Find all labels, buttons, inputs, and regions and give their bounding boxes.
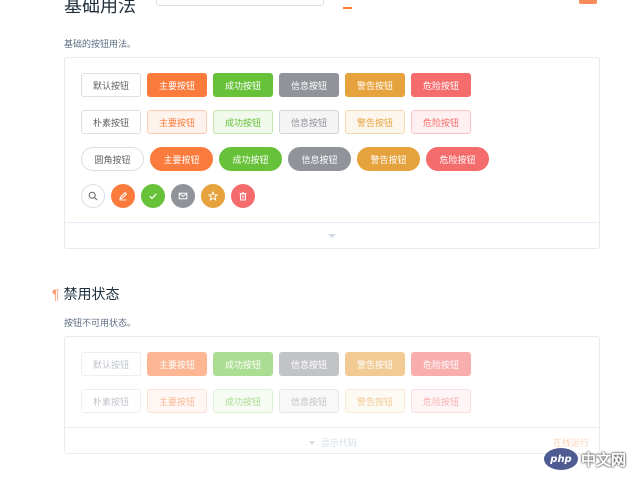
- circle-check-button[interactable]: [141, 184, 165, 208]
- disabled-plain-warning-button: 警告按钮: [345, 389, 405, 413]
- button-row-round: 圆角按钮 主要按钮 成功按钮 信息按钮 警告按钮 危险按钮: [81, 147, 489, 171]
- caret-down-icon: [328, 233, 336, 238]
- info-button[interactable]: 信息按钮: [279, 73, 339, 97]
- default-button[interactable]: 默认按钮: [81, 73, 141, 97]
- show-code-label: 显示代码: [321, 438, 358, 448]
- disabled-plain-info-button: 信息按钮: [279, 389, 339, 413]
- message-icon: [178, 192, 188, 200]
- button-row-default: 默认按钮 主要按钮 成功按钮 信息按钮 警告按钮 危险按钮: [81, 73, 471, 97]
- demo-meta-bar: 显示代码 在线运行: [65, 427, 599, 453]
- circle-edit-button[interactable]: [111, 184, 135, 208]
- round-primary-button[interactable]: 主要按钮: [150, 147, 213, 171]
- nav-active-indicator: [343, 7, 352, 9]
- disabled-info-button: 信息按钮: [279, 352, 339, 376]
- disabled-description: 按钮不可用状态。: [64, 318, 137, 328]
- round-default-button[interactable]: 圆角按钮: [81, 147, 144, 171]
- round-warning-button[interactable]: 警告按钮: [357, 147, 420, 171]
- circle-search-button[interactable]: [81, 184, 105, 208]
- danger-button[interactable]: 危险按钮: [411, 73, 471, 97]
- check-icon: [149, 193, 157, 200]
- basic-description: 基础的按钮用法。: [64, 39, 137, 49]
- plain-warning-button[interactable]: 警告按钮: [345, 110, 405, 134]
- search-input[interactable]: [156, 0, 324, 6]
- success-button[interactable]: 成功按钮: [213, 73, 273, 97]
- button-row-plain: 朴素按钮 主要按钮 成功按钮 信息按钮 警告按钮 危险按钮: [81, 110, 471, 134]
- circle-message-button[interactable]: [171, 184, 195, 208]
- circle-delete-button[interactable]: [231, 184, 255, 208]
- plain-info-button[interactable]: 信息按钮: [279, 110, 339, 134]
- anchor-icon[interactable]: ¶: [52, 286, 60, 302]
- delete-icon: [239, 191, 247, 201]
- php-logo: php: [544, 448, 578, 470]
- disabled-plain-danger-button: 危险按钮: [411, 389, 471, 413]
- disabled-plain-success-button: 成功按钮: [213, 389, 273, 413]
- circle-star-button[interactable]: [201, 184, 225, 208]
- disabled-row-plain: 朴素按钮 主要按钮 成功按钮 信息按钮 警告按钮 危险按钮: [81, 389, 471, 413]
- watermark: php 中文网: [544, 448, 626, 470]
- plain-danger-button[interactable]: 危险按钮: [411, 110, 471, 134]
- disabled-plain-primary-button: 主要按钮: [147, 389, 207, 413]
- plain-primary-button[interactable]: 主要按钮: [147, 110, 207, 134]
- edit-icon: [119, 191, 128, 201]
- caret-down-icon: [309, 440, 315, 445]
- show-code-toggle[interactable]: 显示代码: [309, 436, 357, 449]
- section-title-disabled: ¶ 禁用状态: [52, 284, 120, 304]
- disabled-warning-button: 警告按钮: [345, 352, 405, 376]
- warning-button[interactable]: 警告按钮: [345, 73, 405, 97]
- plain-success-button[interactable]: 成功按钮: [213, 110, 273, 134]
- demo-basic: 默认按钮 主要按钮 成功按钮 信息按钮 警告按钮 危险按钮 朴素按钮 主要按钮 …: [64, 57, 600, 249]
- round-success-button[interactable]: 成功按钮: [219, 147, 282, 171]
- plain-default-button[interactable]: 朴素按钮: [81, 110, 141, 134]
- disabled-row-default: 默认按钮 主要按钮 成功按钮 信息按钮 警告按钮 危险按钮: [81, 352, 471, 376]
- primary-button[interactable]: 主要按钮: [147, 73, 207, 97]
- disabled-default-button: 默认按钮: [81, 352, 141, 376]
- button-row-circle: [81, 184, 255, 208]
- top-action-button[interactable]: [579, 0, 597, 4]
- demo-expand-bar[interactable]: [65, 222, 599, 248]
- round-info-button[interactable]: 信息按钮: [288, 147, 351, 171]
- section-title-basic: 基础用法: [64, 0, 136, 16]
- search-icon: [88, 191, 98, 201]
- round-danger-button[interactable]: 危险按钮: [426, 147, 489, 171]
- star-icon: [208, 191, 218, 201]
- disabled-plain-default-button: 朴素按钮: [81, 389, 141, 413]
- disabled-primary-button: 主要按钮: [147, 352, 207, 376]
- disabled-success-button: 成功按钮: [213, 352, 273, 376]
- section-title-text: 禁用状态: [63, 286, 120, 302]
- disabled-danger-button: 危险按钮: [411, 352, 471, 376]
- watermark-text: 中文网: [581, 450, 627, 469]
- demo-disabled: 默认按钮 主要按钮 成功按钮 信息按钮 警告按钮 危险按钮 朴素按钮 主要按钮 …: [64, 336, 600, 454]
